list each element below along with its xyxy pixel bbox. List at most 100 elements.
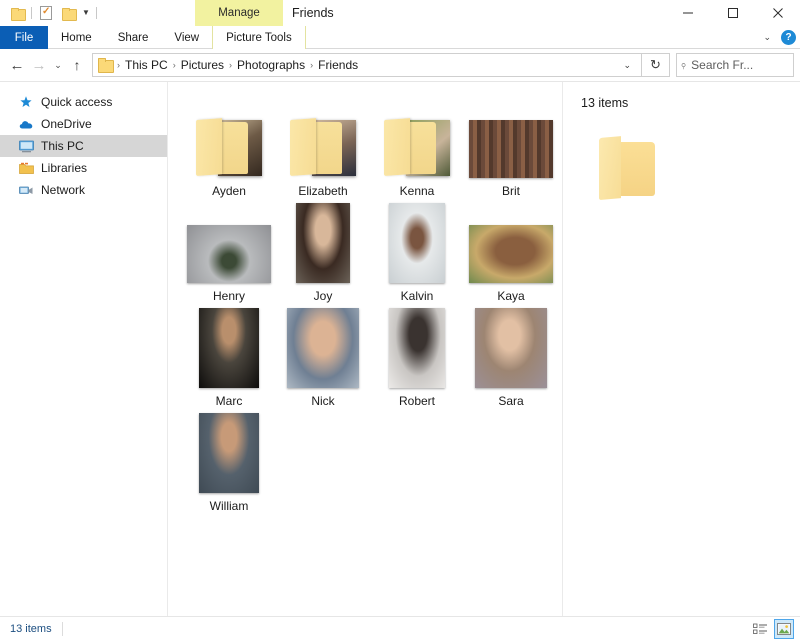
sidebar-item-libraries[interactable]: Libraries [0, 157, 167, 179]
contextual-tab-manage[interactable]: Manage [195, 0, 283, 26]
cloud-icon [18, 116, 34, 132]
tab-file[interactable]: File [0, 26, 48, 49]
back-button[interactable]: ← [6, 53, 28, 77]
item-thumbnail [464, 306, 558, 388]
toolbar-divider [31, 7, 32, 19]
item-label: Henry [212, 289, 245, 303]
title-bar: ▼ Manage Friends [0, 0, 800, 26]
new-folder-icon[interactable] [57, 2, 79, 24]
image-thumbnail [389, 203, 445, 283]
minimize-button[interactable] [665, 0, 710, 26]
list-item[interactable]: Sara [464, 304, 558, 409]
status-bar: 13 items [0, 616, 800, 640]
sidebar-item-label: This PC [41, 139, 84, 153]
file-explorer-window: ▼ Manage Friends File Home Share Vi [0, 0, 800, 640]
up-button[interactable]: ↑ [66, 53, 88, 77]
breadcrumb-item-this-pc[interactable]: This PC [121, 58, 172, 72]
breadcrumb-item-pictures[interactable]: Pictures [177, 58, 228, 72]
chevron-down-icon[interactable]: ⌄ [759, 32, 775, 43]
quick-access-toolbar: ▼ [0, 0, 100, 26]
libraries-folder-icon [18, 160, 34, 176]
help-icon[interactable]: ? [781, 30, 796, 45]
image-thumbnail [469, 225, 553, 283]
item-label: Kaya [497, 289, 525, 303]
search-placeholder: Search Fr... [691, 58, 754, 72]
list-item[interactable]: Kalvin [370, 199, 464, 304]
item-thumbnail [370, 306, 464, 388]
list-item[interactable]: Brit [464, 94, 558, 199]
item-label: Brit [502, 184, 520, 198]
navigation-pane: Quick access OneDrive This PC Libraries [0, 82, 168, 616]
tab-picture-tools[interactable]: Picture Tools [212, 26, 306, 49]
maximize-button[interactable] [710, 0, 755, 26]
item-thumbnail [464, 96, 558, 178]
list-item[interactable]: Kenna [370, 94, 464, 199]
list-item[interactable]: Robert [370, 304, 464, 409]
tab-view[interactable]: View [161, 26, 212, 49]
monitor-icon [18, 138, 34, 154]
explorer-body: Quick access OneDrive This PC Libraries [0, 81, 800, 616]
sidebar-item-quick-access[interactable]: Quick access [0, 91, 167, 113]
image-thumbnail [187, 225, 271, 283]
sidebar-item-label: Quick access [41, 95, 113, 109]
folder-icon[interactable] [6, 2, 28, 24]
breadcrumb-folder-icon [98, 58, 114, 73]
contextual-tab-label: Manage [218, 7, 260, 19]
sidebar-item-network[interactable]: Network [0, 179, 167, 201]
sidebar-item-onedrive[interactable]: OneDrive [0, 113, 167, 135]
list-item[interactable]: Henry [182, 199, 276, 304]
breadcrumb-item-photographs[interactable]: Photographs [233, 58, 309, 72]
breadcrumb-item-friends[interactable]: Friends [314, 58, 362, 72]
star-icon [18, 94, 34, 110]
item-label: Nick [311, 394, 335, 408]
folder-icon [194, 116, 264, 178]
item-thumbnail [182, 96, 276, 178]
refresh-button[interactable]: ↻ [642, 53, 670, 77]
list-item[interactable]: Elizabeth [276, 94, 370, 199]
toolbar-divider-2 [96, 7, 97, 19]
ribbon-tabs: File Home Share View Picture Tools [0, 26, 800, 49]
file-list-pane[interactable]: Ayden Elizabeth Kenna Brit Henry Joy Kal… [168, 82, 562, 616]
list-item[interactable]: Nick [276, 304, 370, 409]
image-thumbnail [199, 308, 259, 388]
breadcrumb[interactable]: › This PC › Pictures › Photographs › Fri… [92, 53, 642, 77]
list-item[interactable]: Marc [182, 304, 276, 409]
item-thumbnail [370, 96, 464, 178]
status-divider [61, 621, 63, 636]
item-label: Marc [215, 394, 243, 408]
item-thumbnail [276, 201, 370, 283]
chevron-down-icon-address[interactable]: ⌄ [615, 60, 639, 71]
tab-share[interactable]: Share [105, 26, 162, 49]
details-view-button[interactable] [750, 619, 770, 639]
list-item[interactable]: Joy [276, 199, 370, 304]
customize-dropdown-icon[interactable]: ▼ [79, 2, 93, 24]
folder-icon [382, 116, 452, 178]
item-label: Kalvin [400, 289, 434, 303]
properties-icon[interactable] [35, 2, 57, 24]
close-button[interactable] [755, 0, 800, 26]
item-thumbnail [464, 201, 558, 283]
list-item[interactable]: William [182, 409, 276, 514]
item-thumbnail [182, 411, 276, 493]
large-icons-view-button[interactable] [774, 619, 794, 639]
sidebar-item-this-pc[interactable]: This PC [0, 135, 167, 157]
list-item[interactable]: Ayden [182, 94, 276, 199]
view-mode-buttons [750, 619, 794, 639]
item-label: Sara [498, 394, 524, 408]
item-label: William [209, 499, 249, 513]
status-item-count: 13 items [10, 622, 52, 635]
sidebar-item-label: OneDrive [41, 117, 92, 131]
image-thumbnail [469, 120, 553, 178]
search-icon: ⌕ [677, 58, 691, 72]
tab-home[interactable]: Home [48, 26, 105, 49]
item-thumbnail [182, 306, 276, 388]
window-controls [665, 0, 800, 26]
forward-button[interactable]: → [28, 53, 50, 77]
item-label: Ayden [212, 184, 246, 198]
recent-locations-icon[interactable]: ⌄ [50, 53, 66, 77]
file-grid: Ayden Elizabeth Kenna Brit Henry Joy Kal… [168, 82, 562, 514]
image-thumbnail [199, 413, 259, 493]
address-bar: ← → ⌄ ↑ › This PC › Pictures › Photograp… [0, 49, 800, 81]
list-item[interactable]: Kaya [464, 199, 558, 304]
search-input[interactable]: ⌕ Search Fr... [676, 53, 794, 77]
